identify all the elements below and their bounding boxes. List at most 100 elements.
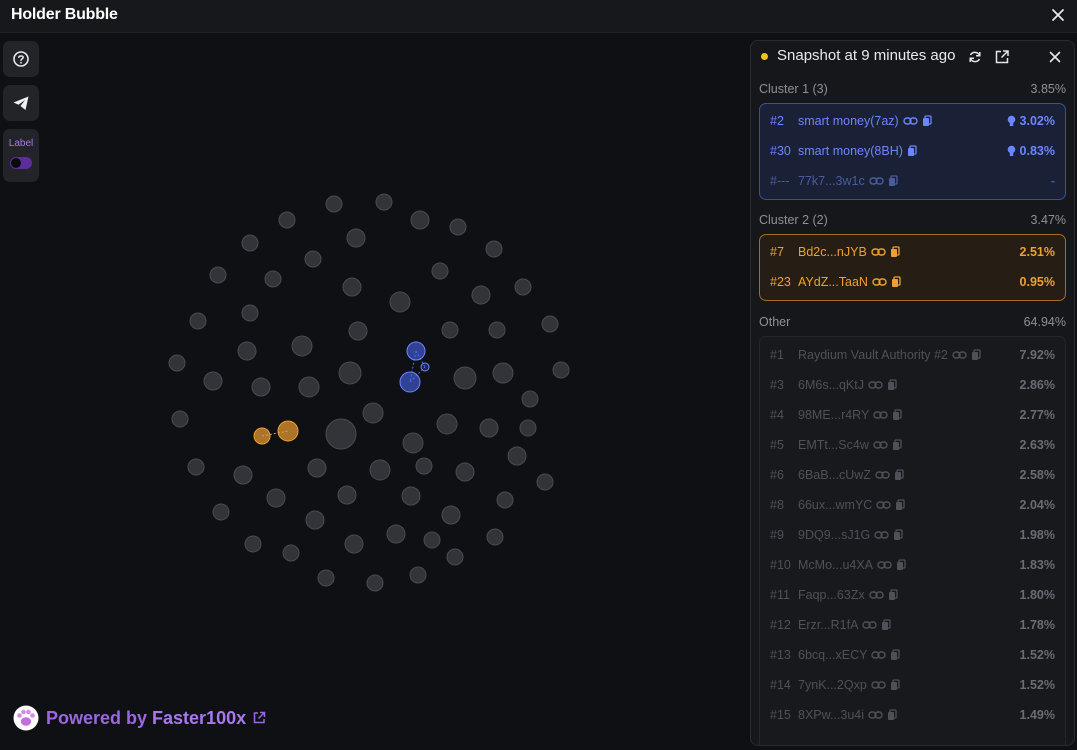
holder-bubble[interactable] bbox=[402, 432, 424, 454]
refresh-icon[interactable] bbox=[967, 49, 983, 65]
holder-bubble[interactable] bbox=[307, 458, 327, 478]
copy-icon[interactable] bbox=[893, 529, 903, 541]
holder-bubble[interactable] bbox=[171, 410, 189, 428]
other-holder-row[interactable]: #9 9DQ9...sJ1G 1.98% bbox=[760, 524, 1065, 548]
copy-icon[interactable] bbox=[891, 276, 901, 288]
link-icon[interactable] bbox=[868, 379, 883, 391]
copy-icon[interactable] bbox=[881, 619, 892, 631]
holder-bubble[interactable] bbox=[241, 304, 259, 322]
holder-bubble[interactable] bbox=[212, 503, 230, 521]
holder-bubble[interactable] bbox=[415, 457, 433, 475]
link-icon[interactable] bbox=[874, 529, 889, 541]
holder-bubble[interactable] bbox=[282, 544, 300, 562]
holder-bubble[interactable] bbox=[241, 234, 259, 252]
holder-bubble[interactable] bbox=[338, 361, 362, 385]
copy-icon[interactable] bbox=[971, 349, 981, 361]
holder-bubble[interactable] bbox=[455, 462, 475, 482]
holder-bubble[interactable] bbox=[386, 524, 406, 544]
other-holder-row[interactable]: #4 98ME...r4RY 2.77% bbox=[760, 404, 1065, 428]
link-icon[interactable] bbox=[952, 349, 967, 361]
holder-bubble[interactable] bbox=[346, 228, 366, 248]
holder-bubble[interactable] bbox=[521, 390, 539, 408]
holder-bubble[interactable] bbox=[264, 270, 282, 288]
copy-icon[interactable] bbox=[894, 469, 904, 481]
holder-bubble[interactable] bbox=[209, 266, 227, 284]
link-icon[interactable] bbox=[873, 409, 889, 421]
other-holder-row[interactable]: #3 6M6s...qKtJ 2.86% bbox=[760, 374, 1065, 398]
holder-bubble[interactable] bbox=[168, 354, 186, 372]
copy-icon[interactable] bbox=[887, 709, 897, 721]
holder-bubble[interactable] bbox=[479, 418, 499, 438]
open-external-icon[interactable] bbox=[994, 49, 1010, 65]
holder-bubble[interactable] bbox=[410, 210, 430, 230]
cluster-1-bubble[interactable] bbox=[406, 341, 426, 361]
holder-bubble[interactable] bbox=[446, 548, 464, 566]
other-holder-row[interactable]: #11 Faqp...63Zx 1.80% bbox=[760, 584, 1065, 608]
holder-bubble[interactable] bbox=[492, 362, 514, 384]
link-icon[interactable] bbox=[873, 439, 888, 451]
link-icon[interactable] bbox=[877, 559, 892, 571]
copy-icon[interactable] bbox=[890, 246, 900, 258]
cluster-1-bubble[interactable] bbox=[420, 362, 430, 372]
holder-bubble[interactable] bbox=[325, 195, 343, 213]
holder-bubble[interactable] bbox=[189, 312, 207, 330]
holder-bubble[interactable] bbox=[375, 193, 393, 211]
copy-icon[interactable] bbox=[892, 439, 902, 451]
holder-bubble[interactable] bbox=[514, 278, 532, 296]
holder-bubble[interactable] bbox=[266, 488, 286, 508]
cluster-2-row[interactable]: #23 AYdZ...TaaN 0.95% bbox=[760, 271, 1065, 295]
holder-bubble[interactable] bbox=[409, 566, 427, 584]
holder-bubble[interactable] bbox=[449, 218, 467, 236]
external-link-icon[interactable] bbox=[252, 711, 266, 725]
copy-icon[interactable] bbox=[896, 559, 906, 571]
holder-bubble[interactable] bbox=[453, 366, 477, 390]
cluster-2-bubble[interactable] bbox=[277, 420, 299, 442]
holder-bubble[interactable] bbox=[366, 574, 384, 592]
cluster-2-row[interactable]: #7 Bd2c...nJYB 2.51% bbox=[760, 241, 1065, 265]
holder-bubble[interactable] bbox=[536, 473, 554, 491]
holder-bubble[interactable] bbox=[187, 458, 205, 476]
brand-link[interactable]: Faster100x bbox=[152, 708, 246, 729]
holder-bubble[interactable] bbox=[423, 531, 441, 549]
holder-bubble[interactable] bbox=[441, 321, 459, 339]
holder-bubble[interactable] bbox=[431, 262, 449, 280]
holder-bubble[interactable] bbox=[337, 485, 357, 505]
holder-bubble[interactable] bbox=[304, 250, 322, 268]
other-holder-row[interactable]: #12 Erzr...R1fA 1.78% bbox=[760, 614, 1065, 638]
holder-bubble[interactable] bbox=[362, 402, 384, 424]
link-icon[interactable] bbox=[871, 679, 886, 691]
link-icon[interactable] bbox=[868, 709, 883, 721]
copy-icon[interactable] bbox=[888, 589, 898, 601]
holder-bubble[interactable] bbox=[342, 277, 362, 297]
holder-bubble[interactable] bbox=[325, 418, 357, 450]
link-icon[interactable] bbox=[876, 499, 892, 511]
holder-bubble[interactable] bbox=[251, 377, 271, 397]
holder-bubble[interactable] bbox=[471, 285, 491, 305]
other-holder-row[interactable]: #5 EMTt...Sc4w 2.63% bbox=[760, 434, 1065, 458]
copy-icon[interactable] bbox=[887, 379, 897, 391]
other-holder-row[interactable]: #6 6BaB...cUwZ 2.58% bbox=[760, 464, 1065, 488]
holder-bubble[interactable] bbox=[278, 211, 296, 229]
link-icon[interactable] bbox=[862, 619, 878, 631]
holder-bubble[interactable] bbox=[485, 240, 503, 258]
holder-bubble[interactable] bbox=[233, 465, 253, 485]
holder-bubble[interactable] bbox=[237, 341, 257, 361]
copy-icon[interactable] bbox=[895, 499, 905, 511]
other-holder-row[interactable]: #8 66ux...wmYC 2.04% bbox=[760, 494, 1065, 518]
copy-icon[interactable] bbox=[890, 649, 901, 661]
holder-bubble[interactable] bbox=[291, 335, 313, 357]
holder-bubble[interactable] bbox=[298, 376, 320, 398]
copy-icon[interactable] bbox=[892, 409, 902, 421]
holder-bubble[interactable] bbox=[317, 569, 335, 587]
other-holder-row[interactable]: #14 7ynK...2Qxp 1.52% bbox=[760, 674, 1065, 698]
link-icon[interactable] bbox=[875, 469, 890, 481]
cluster-2-bubble[interactable] bbox=[253, 427, 271, 445]
copy-icon[interactable] bbox=[888, 175, 898, 187]
holder-bubble[interactable] bbox=[203, 371, 223, 391]
holder-bubble[interactable] bbox=[244, 535, 262, 553]
holder-bubble[interactable] bbox=[389, 291, 411, 313]
holder-bubble[interactable] bbox=[344, 534, 364, 554]
cluster-1-bubble[interactable] bbox=[399, 371, 421, 393]
copy-icon[interactable] bbox=[907, 145, 917, 157]
holder-bubble[interactable] bbox=[348, 321, 368, 341]
